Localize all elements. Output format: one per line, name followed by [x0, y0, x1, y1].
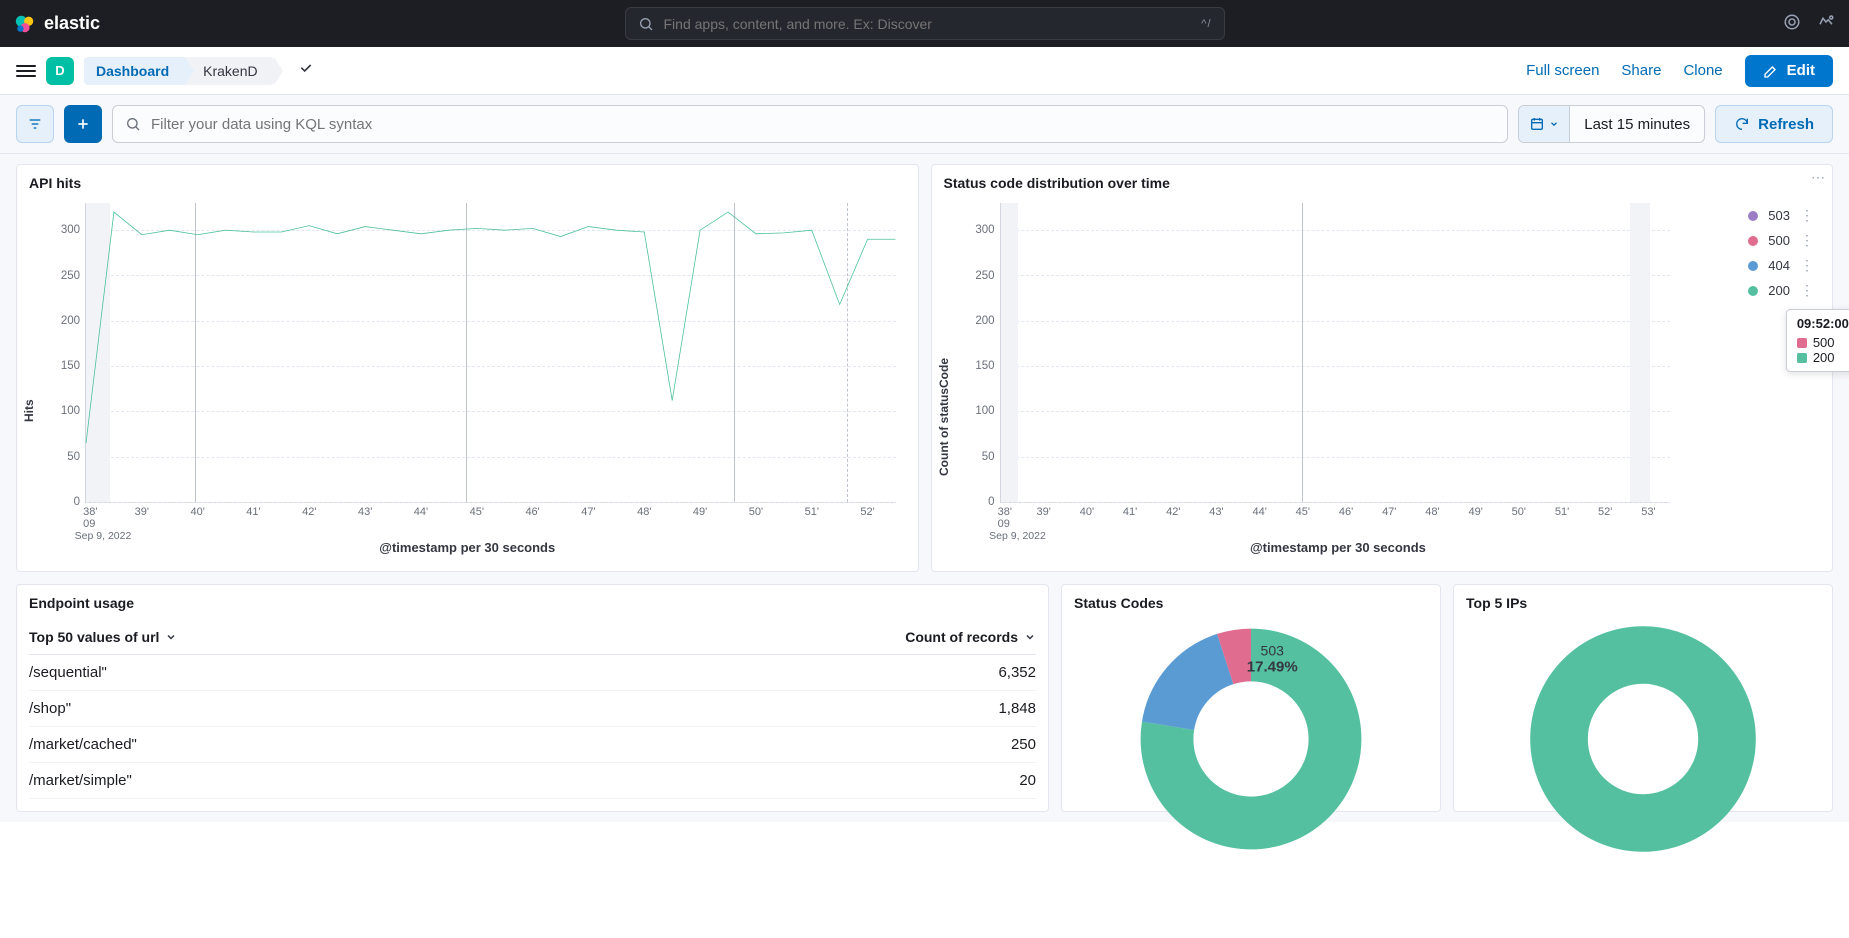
chevron-down-icon — [1549, 119, 1559, 129]
pencil-icon — [1763, 63, 1779, 79]
panel-menu-icon[interactable]: ⋯ — [1808, 169, 1828, 185]
panel-top-ips: Top 5 IPs — [1453, 584, 1833, 812]
calendar-icon[interactable] — [1519, 106, 1570, 142]
global-search[interactable]: ^/ — [625, 7, 1225, 40]
brand-name: elastic — [44, 13, 100, 34]
legend-item[interactable]: 500⋮ — [1748, 232, 1814, 249]
plus-icon — [75, 116, 91, 132]
search-icon — [125, 116, 141, 132]
x-axis-label: @timestamp per 30 seconds — [379, 540, 555, 555]
search-icon — [638, 16, 654, 32]
saved-query-button[interactable] — [16, 105, 54, 143]
edit-button-label: Edit — [1787, 62, 1815, 79]
edit-button[interactable]: Edit — [1745, 55, 1833, 87]
refresh-label: Refresh — [1758, 116, 1814, 133]
x-axis-label: @timestamp per 30 seconds — [1250, 540, 1426, 555]
status-dist-chart[interactable]: Count of statusCode 05010015020025030038… — [944, 199, 1821, 559]
breadcrumb-current[interactable]: KrakenD — [185, 57, 273, 85]
time-range-label: Last 15 minutes — [1570, 106, 1704, 142]
table-row[interactable]: /market/cached"250 — [29, 727, 1036, 763]
table-row[interactable]: /shop"1,848 — [29, 691, 1036, 727]
donut-slice-label: 503 — [1247, 642, 1298, 658]
refresh-button[interactable]: Refresh — [1715, 105, 1833, 143]
tooltip-time: 09:52:00 — [1797, 316, 1849, 331]
table-header: Top 50 values of url Count of records — [29, 619, 1036, 655]
help-icon[interactable] — [1783, 13, 1801, 34]
api-hits-chart[interactable]: Hits 05010015020025030038'0939'40'41'42'… — [29, 199, 906, 559]
nav-toggle-icon[interactable] — [16, 65, 36, 77]
table-row[interactable]: /sequential"6,352 — [29, 655, 1036, 691]
chart-tooltip: 09:52:00 5009520025 — [1786, 309, 1849, 372]
panel-title: Status Codes — [1074, 595, 1428, 611]
kql-input[interactable] — [151, 116, 1495, 133]
newsfeed-icon[interactable] — [1817, 13, 1835, 34]
breadcrumb-dashboard[interactable]: Dashboard — [84, 57, 185, 85]
kql-search[interactable] — [112, 105, 1508, 143]
elastic-logo[interactable]: elastic — [14, 13, 100, 35]
saved-check-icon[interactable] — [298, 61, 314, 80]
filter-icon — [27, 116, 43, 132]
legend-item[interactable]: 200⋮ — [1748, 282, 1814, 299]
app-toolbar: D Dashboard KrakenD Full screen Share Cl… — [0, 47, 1849, 95]
panel-status-codes: Status Codes 503 17.49% — [1061, 584, 1441, 812]
panel-title: API hits — [29, 175, 906, 191]
time-range-picker[interactable]: Last 15 minutes — [1518, 105, 1705, 143]
global-header: elastic ^/ — [0, 0, 1849, 47]
panel-title: Top 5 IPs — [1466, 595, 1820, 611]
legend-item[interactable]: 404⋮ — [1748, 257, 1814, 274]
global-search-input[interactable] — [664, 16, 1192, 32]
panel-endpoint-usage: Endpoint usage Top 50 values of url Coun… — [16, 584, 1049, 812]
search-shortcut: ^/ — [1201, 18, 1211, 30]
y-axis-label: Hits — [22, 399, 36, 422]
legend: 503⋮ 500⋮ 404⋮ 200⋮ — [1748, 207, 1814, 299]
panel-status-distribution: ⋯ Status code distribution over time Cou… — [931, 164, 1834, 572]
status-codes-donut[interactable]: 503 17.49% — [1074, 619, 1428, 799]
chevron-down-icon — [165, 631, 177, 643]
share-button[interactable]: Share — [1621, 62, 1661, 79]
refresh-icon — [1734, 116, 1750, 132]
table-row[interactable]: /market/simple"20 — [29, 763, 1036, 799]
panel-api-hits: API hits Hits 05010015020025030038'0939'… — [16, 164, 919, 572]
chevron-down-icon — [1024, 631, 1036, 643]
legend-item[interactable]: 503⋮ — [1748, 207, 1814, 224]
panel-title: Endpoint usage — [29, 595, 1036, 611]
space-badge[interactable]: D — [46, 57, 74, 85]
add-filter-button[interactable] — [64, 105, 102, 143]
elastic-logo-icon — [14, 13, 36, 35]
query-bar: Last 15 minutes Refresh — [0, 95, 1849, 154]
column-count[interactable]: Count of records — [905, 629, 1036, 645]
y-axis-label: Count of statusCode — [937, 358, 951, 476]
breadcrumb: Dashboard KrakenD — [84, 57, 274, 85]
panel-title: Status code distribution over time — [944, 175, 1821, 191]
clone-button[interactable]: Clone — [1683, 62, 1722, 79]
fullscreen-button[interactable]: Full screen — [1526, 62, 1599, 79]
top-ips-donut[interactable] — [1466, 619, 1820, 799]
column-url[interactable]: Top 50 values of url — [29, 629, 905, 645]
donut-slice-pct: 17.49% — [1247, 658, 1298, 675]
